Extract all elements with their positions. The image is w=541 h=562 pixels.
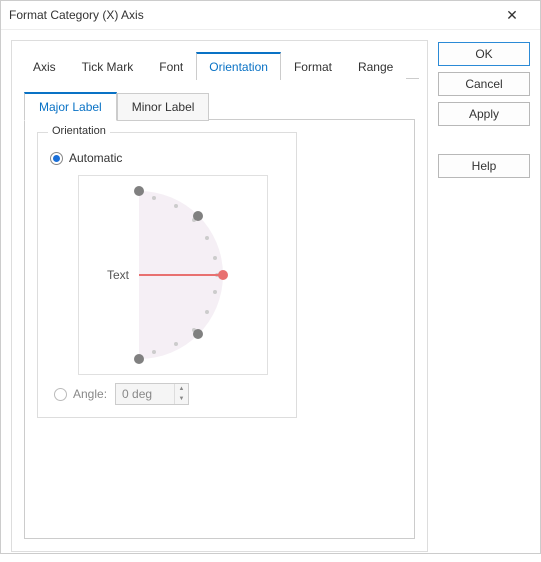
dialog-title: Format Category (X) Axis (9, 8, 492, 22)
radio-automatic[interactable]: Automatic (50, 151, 284, 165)
close-icon: ✕ (506, 7, 518, 24)
radio-angle-row: Angle: ▲ ▼ (54, 383, 284, 405)
tab-tick-mark[interactable]: Tick Mark (69, 53, 147, 80)
close-button[interactable]: ✕ (492, 1, 532, 29)
orientation-dial[interactable]: Text (78, 175, 268, 375)
radio-automatic-indicator (50, 152, 63, 165)
subtab-body: Orientation Automatic (24, 119, 415, 539)
help-button[interactable]: Help (438, 154, 530, 178)
dialog-content: Axis Tick Mark Font Orientation Format R… (1, 30, 540, 562)
tab-range[interactable]: Range (345, 53, 406, 80)
orientation-group: Orientation Automatic (37, 132, 297, 418)
dial-svg: Text (79, 176, 267, 374)
sub-tabs: Major Label Minor Label (24, 91, 415, 120)
tab-format[interactable]: Format (281, 53, 345, 80)
cancel-button[interactable]: Cancel (438, 72, 530, 96)
top-tabs: Axis Tick Mark Font Orientation Format R… (20, 51, 419, 79)
format-axis-dialog: Format Category (X) Axis ✕ Axis Tick Mar… (0, 0, 541, 554)
titlebar: Format Category (X) Axis ✕ (1, 1, 540, 30)
svg-text:Text: Text (107, 268, 130, 282)
spinner-down[interactable]: ▼ (175, 394, 188, 404)
spinner-arrows: ▲ ▼ (174, 384, 188, 404)
tab-font[interactable]: Font (146, 53, 196, 80)
subtab-minor-label[interactable]: Minor Label (117, 93, 210, 121)
ok-button[interactable]: OK (438, 42, 530, 66)
tab-body: Major Label Minor Label Orientation Auto… (20, 79, 419, 543)
radio-angle-indicator (54, 388, 67, 401)
apply-button[interactable]: Apply (438, 102, 530, 126)
angle-spinner[interactable]: ▲ ▼ (115, 383, 189, 405)
radio-automatic-label: Automatic (69, 151, 122, 165)
subtab-major-label[interactable]: Major Label (24, 92, 117, 121)
main-panel: Axis Tick Mark Font Orientation Format R… (11, 40, 428, 552)
angle-input[interactable] (116, 384, 174, 404)
radio-angle-label: Angle: (73, 387, 107, 401)
group-title: Orientation (48, 125, 110, 137)
spinner-up[interactable]: ▲ (175, 384, 188, 394)
button-column: OK Cancel Apply Help (438, 40, 530, 552)
button-gap (438, 132, 530, 148)
tab-orientation[interactable]: Orientation (196, 52, 281, 80)
radio-angle[interactable]: Angle: (54, 387, 107, 401)
tab-axis[interactable]: Axis (20, 53, 69, 80)
